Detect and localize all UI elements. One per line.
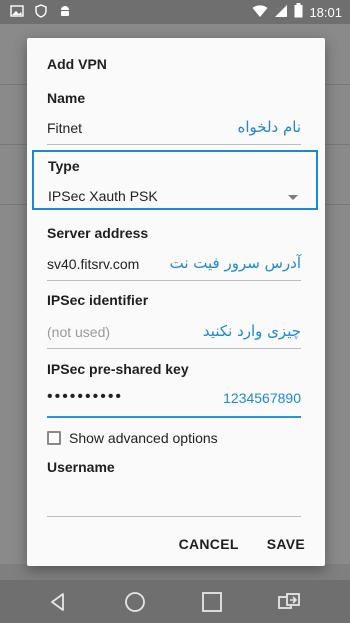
- username-label: Username: [47, 459, 115, 475]
- type-select-value: IPSec Xauth PSK: [48, 188, 158, 204]
- image-icon: [10, 4, 24, 23]
- name-label: Name: [47, 90, 86, 106]
- psk-field[interactable]: •••••••••• 1234567890: [47, 386, 301, 418]
- name-value: Fitnet: [47, 120, 83, 136]
- ipsec-identifier-field[interactable]: (not used) چیزی وارد نکنید: [47, 318, 301, 349]
- dialog-actions: CANCEL SAVE: [179, 536, 305, 552]
- server-address-field[interactable]: sv40.fitsrv.com آدرس سرور فیت نت: [47, 250, 301, 281]
- username-field[interactable]: [47, 486, 301, 517]
- signal-icon: [274, 4, 288, 21]
- battery-icon: [294, 3, 303, 21]
- cancel-button[interactable]: CANCEL: [179, 536, 239, 552]
- dialog-title: Add VPN: [47, 56, 107, 72]
- show-advanced-checkbox[interactable]: [47, 431, 61, 445]
- type-label: Type: [48, 158, 80, 174]
- type-highlight[interactable]: Type IPSec Xauth PSK: [32, 150, 318, 210]
- show-advanced-row[interactable]: Show advanced options: [47, 430, 218, 446]
- dual-window-icon[interactable]: [277, 590, 301, 614]
- android-icon: [58, 4, 72, 23]
- chevron-down-icon: [288, 195, 298, 200]
- ipsec-identifier-placeholder: (not used): [47, 324, 111, 340]
- name-field[interactable]: Fitnet نام دلخواه: [47, 114, 301, 145]
- server-annotation: آدرس سرور فیت نت: [169, 254, 301, 272]
- status-bar: 18:01: [0, 0, 350, 24]
- ipsec-identifier-label: IPSec identifier: [47, 292, 149, 308]
- home-icon[interactable]: [123, 590, 147, 614]
- server-address-label: Server address: [47, 225, 149, 241]
- ipsec-identifier-annotation: چیزی وارد نکنید: [202, 322, 301, 340]
- psk-masked-value: ••••••••••: [47, 388, 124, 405]
- name-annotation: نام دلخواه: [237, 118, 301, 136]
- server-address-value: sv40.fitsrv.com: [47, 256, 140, 272]
- shield-icon: [34, 4, 48, 23]
- save-button[interactable]: SAVE: [267, 536, 305, 552]
- wifi-icon: [252, 4, 268, 21]
- psk-label: IPSec pre-shared key: [47, 361, 189, 377]
- add-vpn-dialog: Add VPN Name Fitnet نام دلخواه Type IPSe…: [27, 38, 325, 566]
- back-icon[interactable]: [46, 590, 70, 614]
- psk-annotation: 1234567890: [223, 390, 301, 406]
- show-advanced-label: Show advanced options: [69, 430, 218, 446]
- navigation-bar: [0, 580, 350, 623]
- recents-icon[interactable]: [200, 590, 224, 614]
- status-time: 18:01: [309, 4, 342, 20]
